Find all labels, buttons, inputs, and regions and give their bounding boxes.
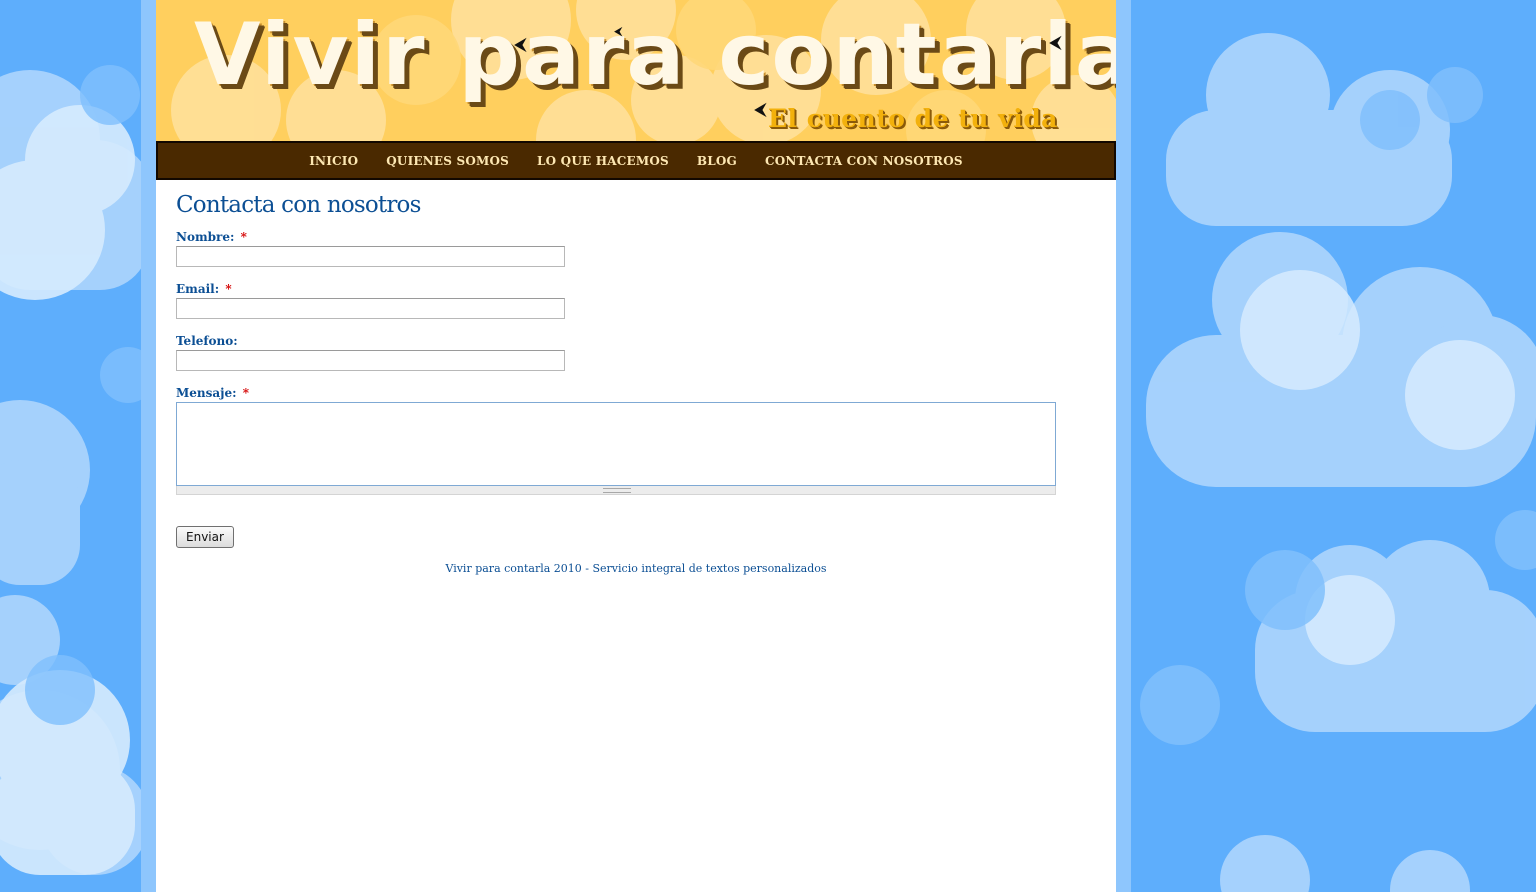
site-title: Vivir para contarla (194, 5, 1116, 105)
nombre-label: Nombre: * (176, 230, 1096, 244)
nav-item-contacta[interactable]: CONTACTA CON NOSOTROS (765, 154, 963, 168)
site-subtitle: El cuento de tu vida (768, 104, 1058, 133)
required-mark: * (240, 230, 247, 244)
nav-item-inicio[interactable]: INICIO (309, 154, 358, 168)
mensaje-label-text: Mensaje: (176, 386, 237, 400)
nav-item-quienes-somos[interactable]: QUIENES SOMOS (386, 154, 509, 168)
telefono-label: Telefono: (176, 334, 1096, 348)
right-border-band (1116, 0, 1131, 892)
nav-item-blog[interactable]: BLOG (697, 154, 737, 168)
contact-form: Nombre: * Email: * Telefono: Mensaje: * … (176, 230, 1096, 548)
nav-item-lo-que-hacemos[interactable]: LO QUE HACEMOS (537, 154, 669, 168)
required-mark: * (225, 282, 232, 296)
site-header: Vivir para contarla El cuento de tu vida… (156, 0, 1116, 141)
form-row-nombre: Nombre: * (176, 230, 1096, 267)
telefono-label-text: Telefono: (176, 334, 238, 348)
mensaje-textarea[interactable] (176, 402, 1056, 486)
telefono-field[interactable] (176, 350, 565, 371)
bird-icon: ⮜ (1049, 32, 1062, 53)
nombre-label-text: Nombre: (176, 230, 235, 244)
bird-icon: ⮜ (514, 34, 527, 55)
main-content: Contacta con nosotros Nombre: * Email: *… (156, 180, 1116, 575)
footer-text: Vivir para contarla 2010 - Servicio inte… (445, 562, 827, 575)
mensaje-textarea-wrap (176, 402, 1056, 495)
required-mark: * (242, 386, 250, 400)
page-title: Contacta con nosotros (176, 192, 421, 218)
main-nav: INICIO QUIENES SOMOS LO QUE HACEMOS BLOG… (156, 141, 1116, 180)
bird-icon: ⮜ (754, 99, 767, 120)
email-label: Email: * (176, 282, 1096, 296)
textarea-resize-handle[interactable] (176, 486, 1056, 495)
email-field[interactable] (176, 298, 565, 319)
page-container: Vivir para contarla El cuento de tu vida… (156, 0, 1116, 892)
mensaje-label: Mensaje: * (176, 386, 1096, 400)
form-row-email: Email: * (176, 282, 1096, 319)
form-row-telefono: Telefono: (176, 334, 1096, 371)
email-label-text: Email: (176, 282, 220, 296)
bird-icon: ⮜ (614, 24, 623, 38)
nombre-field[interactable] (176, 246, 565, 267)
enviar-button[interactable]: Enviar (176, 526, 234, 548)
left-border-band (141, 0, 156, 892)
form-row-mensaje: Mensaje: * (176, 386, 1096, 495)
